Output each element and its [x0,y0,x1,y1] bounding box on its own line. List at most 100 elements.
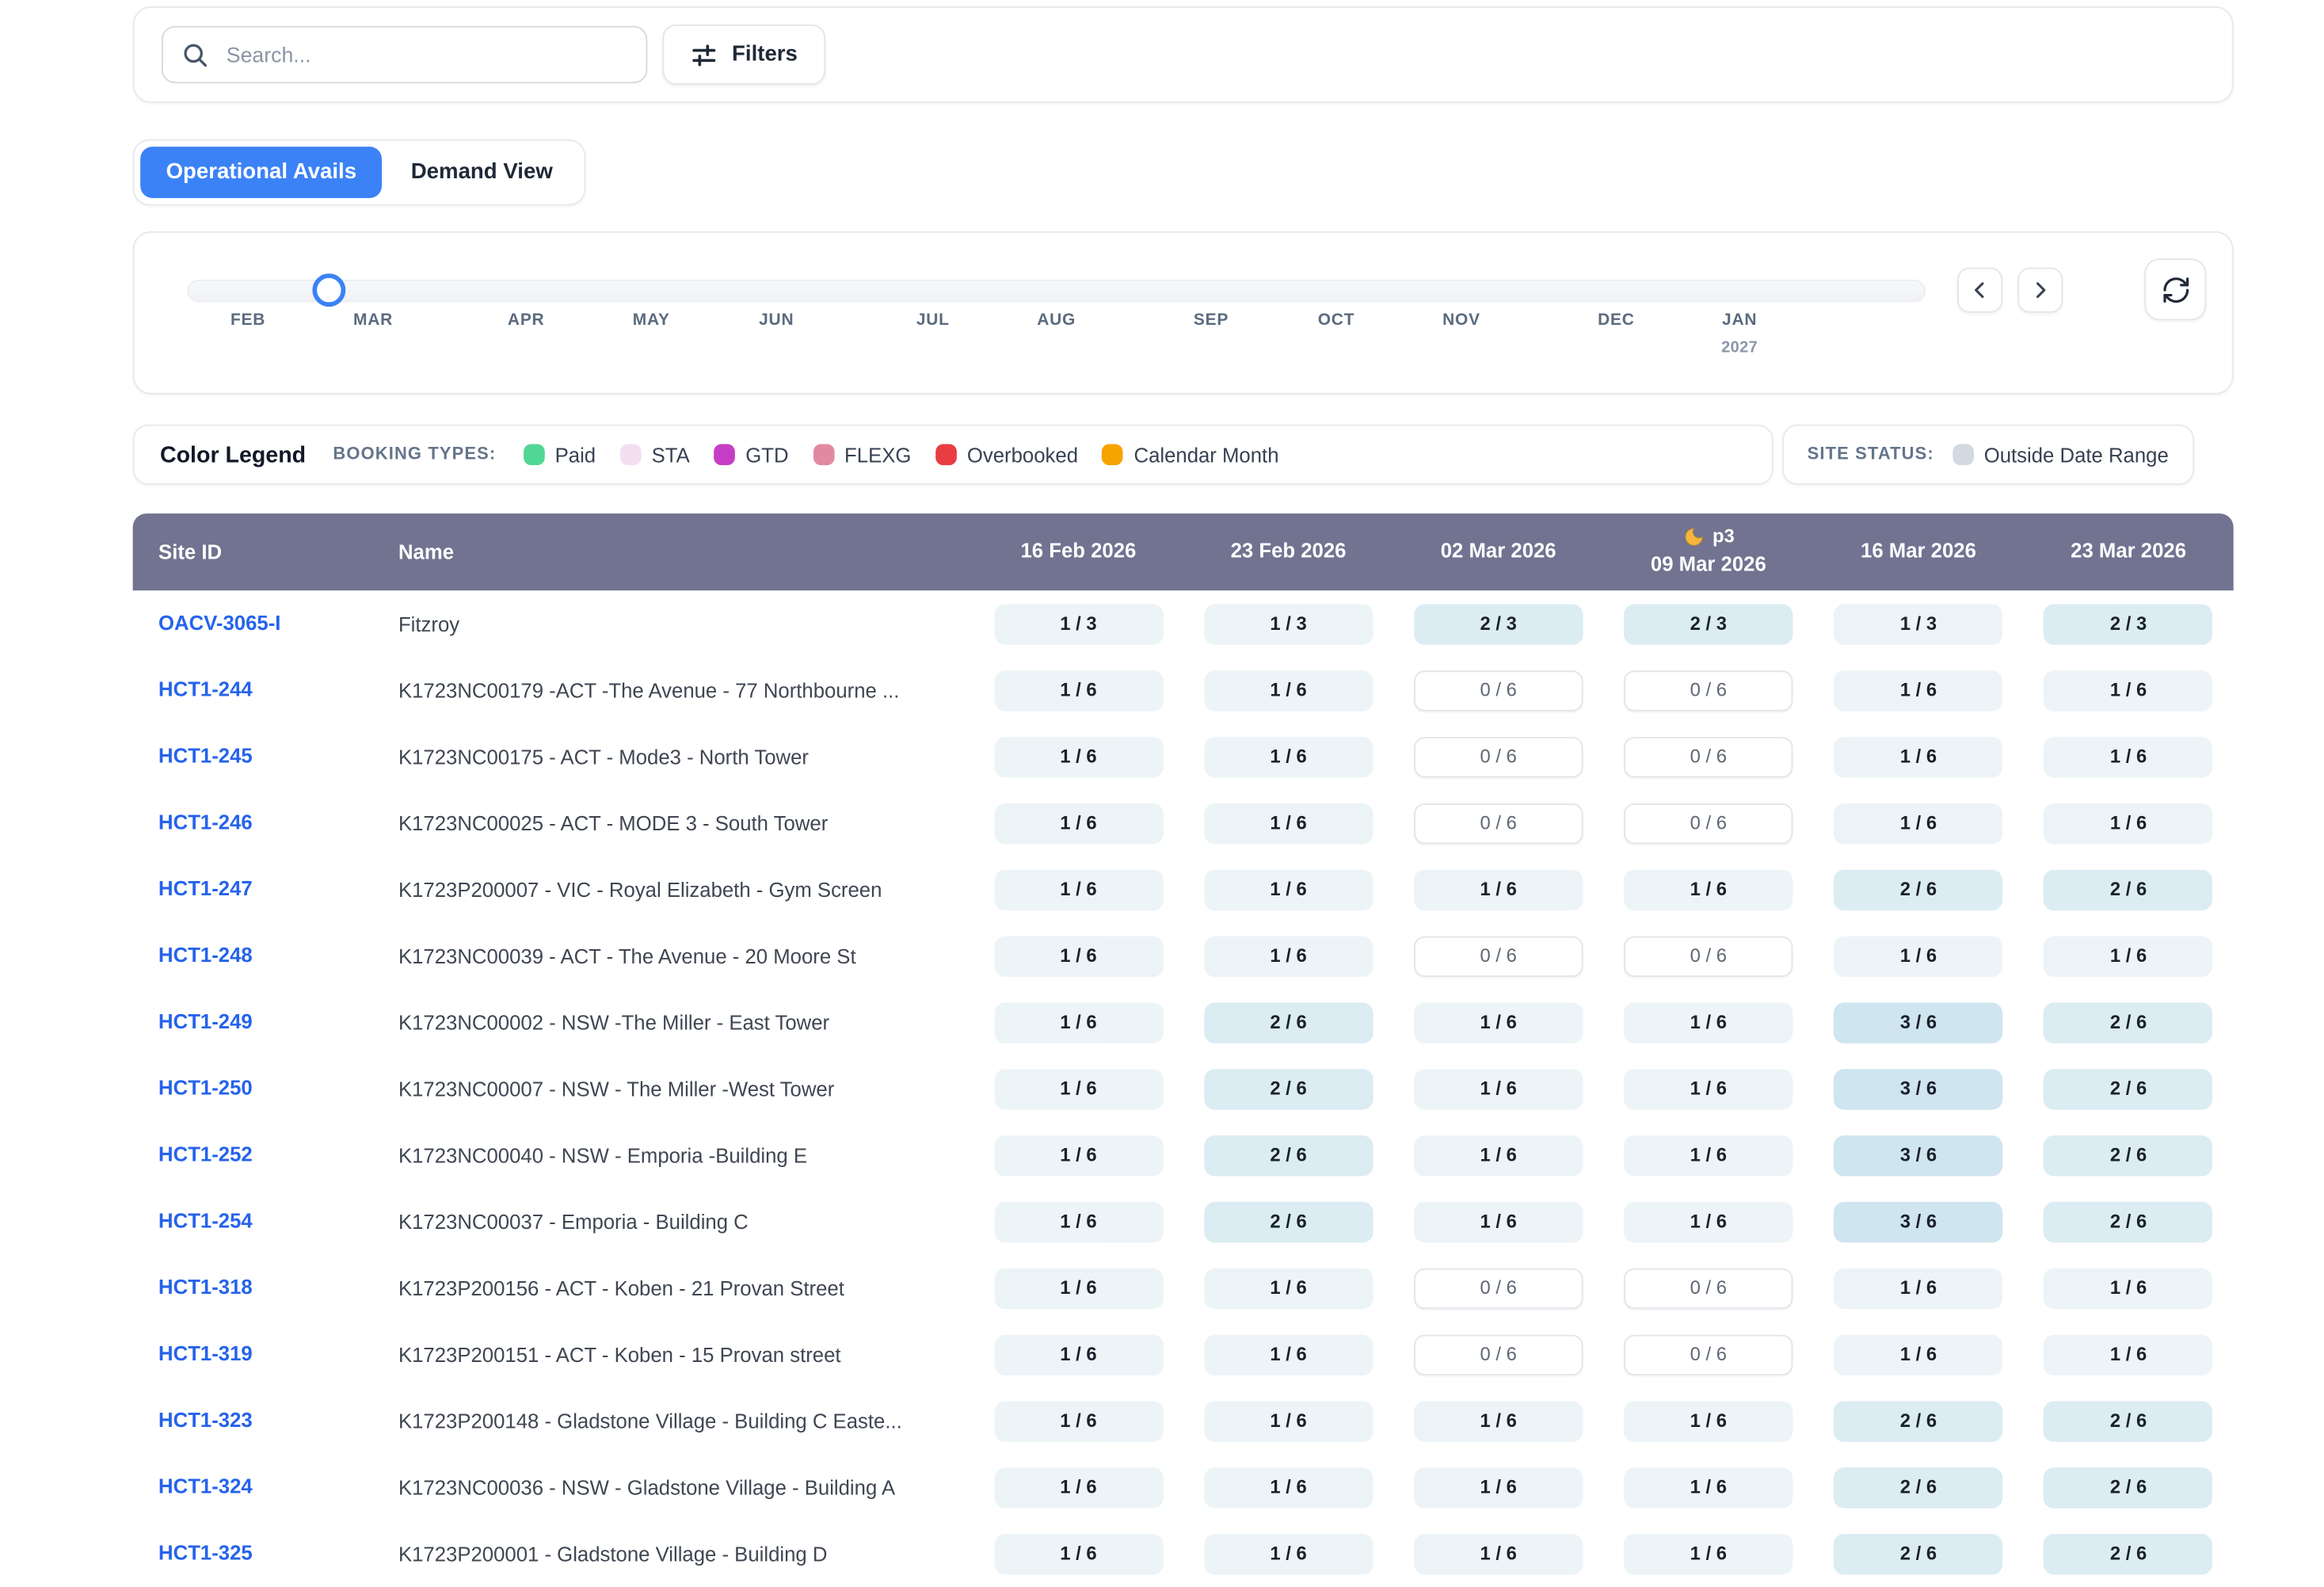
availability-badge[interactable]: 0 / 6 [1624,736,1793,776]
availability-badge[interactable]: 2 / 6 [1834,869,2002,910]
availability-badge[interactable]: 0 / 6 [1414,936,1583,976]
availability-badge[interactable]: 1 / 6 [994,1068,1163,1108]
availability-badge[interactable]: 3 / 6 [1834,1001,2002,1042]
availability-badge[interactable]: 2 / 3 [1414,604,1583,644]
site-id-link[interactable]: HCT1-254 [158,1209,253,1232]
availability-badge[interactable]: 2 / 6 [1834,1467,2002,1507]
availability-badge[interactable]: 1 / 6 [1414,1068,1583,1108]
availability-badge[interactable]: 1 / 3 [1834,604,2002,644]
availability-badge[interactable]: 1 / 6 [1624,1201,1793,1242]
availability-badge[interactable]: 1 / 6 [994,1334,1163,1375]
availability-badge[interactable]: 0 / 6 [1414,736,1583,776]
availability-badge[interactable]: 2 / 6 [1204,1135,1373,1175]
availability-badge[interactable]: 1 / 6 [1834,1334,2002,1375]
availability-badge[interactable]: 2 / 6 [2044,1001,2212,1042]
timeline-prev-button[interactable] [1957,268,2002,313]
search-input[interactable] [223,41,628,68]
availability-badge[interactable]: 1 / 6 [994,1268,1163,1308]
availability-badge[interactable]: 1 / 6 [994,1135,1163,1175]
timeline-track[interactable] [187,280,1926,303]
availability-badge[interactable]: 0 / 6 [1624,1334,1793,1375]
availability-badge[interactable]: 1 / 6 [1204,803,1373,843]
availability-badge[interactable]: 1 / 6 [2044,1334,2212,1375]
availability-badge[interactable]: 1 / 6 [1414,1001,1583,1042]
availability-badge[interactable]: 1 / 6 [1204,936,1373,976]
availability-badge[interactable]: 1 / 6 [1204,1268,1373,1308]
availability-badge[interactable]: 0 / 6 [1414,1268,1583,1308]
availability-badge[interactable]: 1 / 3 [1204,604,1373,644]
site-id-link[interactable]: HCT1-247 [158,877,253,900]
availability-badge[interactable]: 2 / 6 [1204,1201,1373,1242]
availability-badge[interactable]: 0 / 6 [1414,803,1583,843]
site-id-link[interactable]: HCT1-318 [158,1276,253,1299]
availability-badge[interactable]: 1 / 6 [994,736,1163,776]
availability-badge[interactable]: 1 / 6 [1834,803,2002,843]
availability-badge[interactable]: 1 / 6 [2044,1268,2212,1308]
availability-badge[interactable]: 1 / 6 [2044,670,2212,710]
site-id-link[interactable]: HCT1-325 [158,1542,253,1565]
availability-badge[interactable]: 2 / 3 [1624,604,1793,644]
availability-badge[interactable]: 2 / 6 [2044,1400,2212,1440]
availability-badge[interactable]: 1 / 6 [1834,670,2002,710]
tab-demand-view[interactable]: Demand View [385,147,578,198]
site-id-link[interactable]: HCT1-245 [158,745,253,768]
availability-badge[interactable]: 1 / 6 [994,1201,1163,1242]
availability-badge[interactable]: 2 / 6 [1204,1001,1373,1042]
availability-badge[interactable]: 1 / 6 [1624,1001,1793,1042]
availability-badge[interactable]: 2 / 6 [1834,1400,2002,1440]
availability-badge[interactable]: 1 / 6 [1834,1268,2002,1308]
availability-badge[interactable]: 2 / 6 [1204,1068,1373,1108]
availability-badge[interactable]: 1 / 6 [1204,1400,1373,1440]
availability-badge[interactable]: 0 / 6 [1624,936,1793,976]
availability-badge[interactable]: 1 / 6 [2044,736,2212,776]
availability-badge[interactable]: 1 / 6 [1414,1201,1583,1242]
availability-badge[interactable]: 1 / 6 [1204,1533,1373,1574]
availability-badge[interactable]: 1 / 6 [1624,1068,1793,1108]
refresh-button[interactable] [2144,258,2206,320]
availability-badge[interactable]: 1 / 3 [994,604,1163,644]
site-id-link[interactable]: HCT1-244 [158,678,253,701]
availability-badge[interactable]: 1 / 6 [1204,736,1373,776]
availability-badge[interactable]: 1 / 6 [994,1400,1163,1440]
availability-badge[interactable]: 1 / 6 [994,1467,1163,1507]
availability-badge[interactable]: 1 / 6 [994,803,1163,843]
availability-badge[interactable]: 1 / 6 [994,1533,1163,1574]
availability-badge[interactable]: 1 / 6 [1414,1135,1583,1175]
availability-badge[interactable]: 2 / 6 [2044,1068,2212,1108]
site-id-link[interactable]: OACV-3065-I [158,612,280,635]
availability-badge[interactable]: 2 / 6 [2044,1201,2212,1242]
timeline-next-button[interactable] [2017,268,2063,313]
site-id-link[interactable]: HCT1-252 [158,1143,253,1166]
availability-badge[interactable]: 2 / 6 [2044,869,2212,910]
availability-badge[interactable]: 3 / 6 [1834,1201,2002,1242]
availability-badge[interactable]: 1 / 6 [1414,1533,1583,1574]
availability-badge[interactable]: 2 / 6 [1834,1533,2002,1574]
site-id-link[interactable]: HCT1-324 [158,1475,253,1498]
tab-operational-avails[interactable]: Operational Avails [140,147,382,198]
availability-badge[interactable]: 2 / 6 [2044,1467,2212,1507]
availability-badge[interactable]: 1 / 6 [994,1001,1163,1042]
availability-badge[interactable]: 2 / 6 [2044,1135,2212,1175]
availability-badge[interactable]: 1 / 6 [994,936,1163,976]
timeline-handle[interactable] [313,273,346,307]
availability-badge[interactable]: 1 / 6 [2044,936,2212,976]
site-id-link[interactable]: HCT1-319 [158,1342,253,1365]
availability-badge[interactable]: 1 / 6 [1414,1400,1583,1440]
availability-badge[interactable]: 1 / 6 [1204,670,1373,710]
availability-badge[interactable]: 0 / 6 [1624,803,1793,843]
availability-badge[interactable]: 1 / 6 [1624,1467,1793,1507]
availability-badge[interactable]: 0 / 6 [1414,1334,1583,1375]
availability-badge[interactable]: 1 / 6 [1414,1467,1583,1507]
availability-badge[interactable]: 1 / 6 [2044,803,2212,843]
availability-badge[interactable]: 1 / 6 [1834,936,2002,976]
site-id-link[interactable]: HCT1-250 [158,1077,253,1100]
availability-badge[interactable]: 3 / 6 [1834,1135,2002,1175]
availability-badge[interactable]: 1 / 6 [1624,1533,1793,1574]
availability-badge[interactable]: 1 / 6 [1624,1400,1793,1440]
availability-badge[interactable]: 1 / 6 [994,869,1163,910]
availability-badge[interactable]: 1 / 6 [1204,869,1373,910]
availability-badge[interactable]: 0 / 6 [1624,1268,1793,1308]
availability-badge[interactable]: 1 / 6 [1414,869,1583,910]
site-id-link[interactable]: HCT1-248 [158,944,253,967]
availability-badge[interactable]: 1 / 6 [994,670,1163,710]
